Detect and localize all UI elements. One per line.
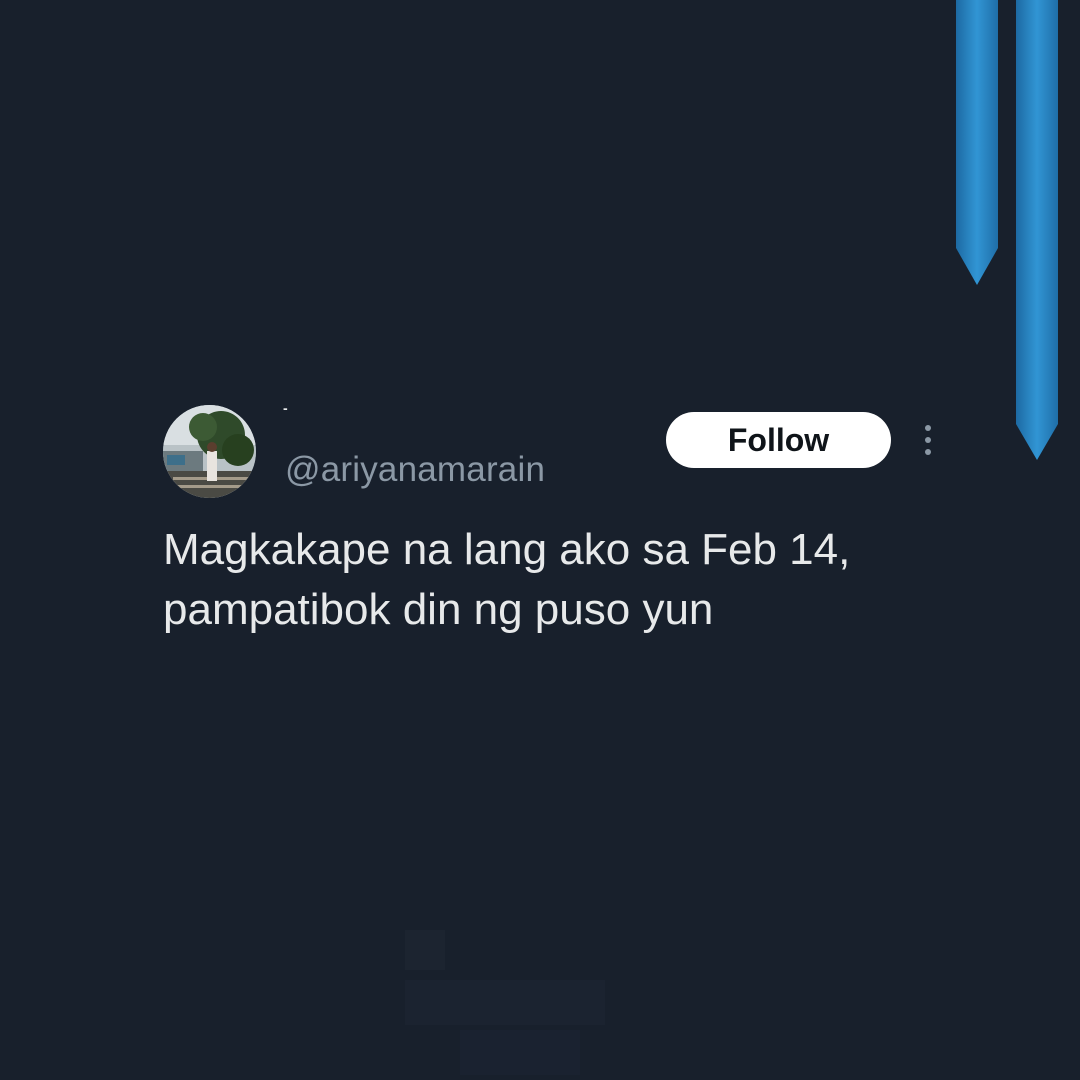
more-vertical-icon[interactable] [918, 422, 938, 458]
ribbon-decoration-left [956, 0, 998, 285]
profile-photo-icon [163, 405, 256, 498]
tweet-text: Magkakape na lang ako sa Feb 14, pampati… [163, 525, 851, 634]
display-name[interactable]: - [283, 400, 288, 416]
avatar[interactable] [163, 405, 256, 498]
follow-button[interactable]: Follow [666, 412, 891, 468]
user-handle[interactable]: @ariyanamarain [285, 450, 545, 490]
post-image: - @ariyanamarain Follow Magkakape na lan… [0, 0, 1080, 1080]
ribbon-decoration-right [1016, 0, 1058, 460]
faint-watermark [405, 930, 605, 1075]
